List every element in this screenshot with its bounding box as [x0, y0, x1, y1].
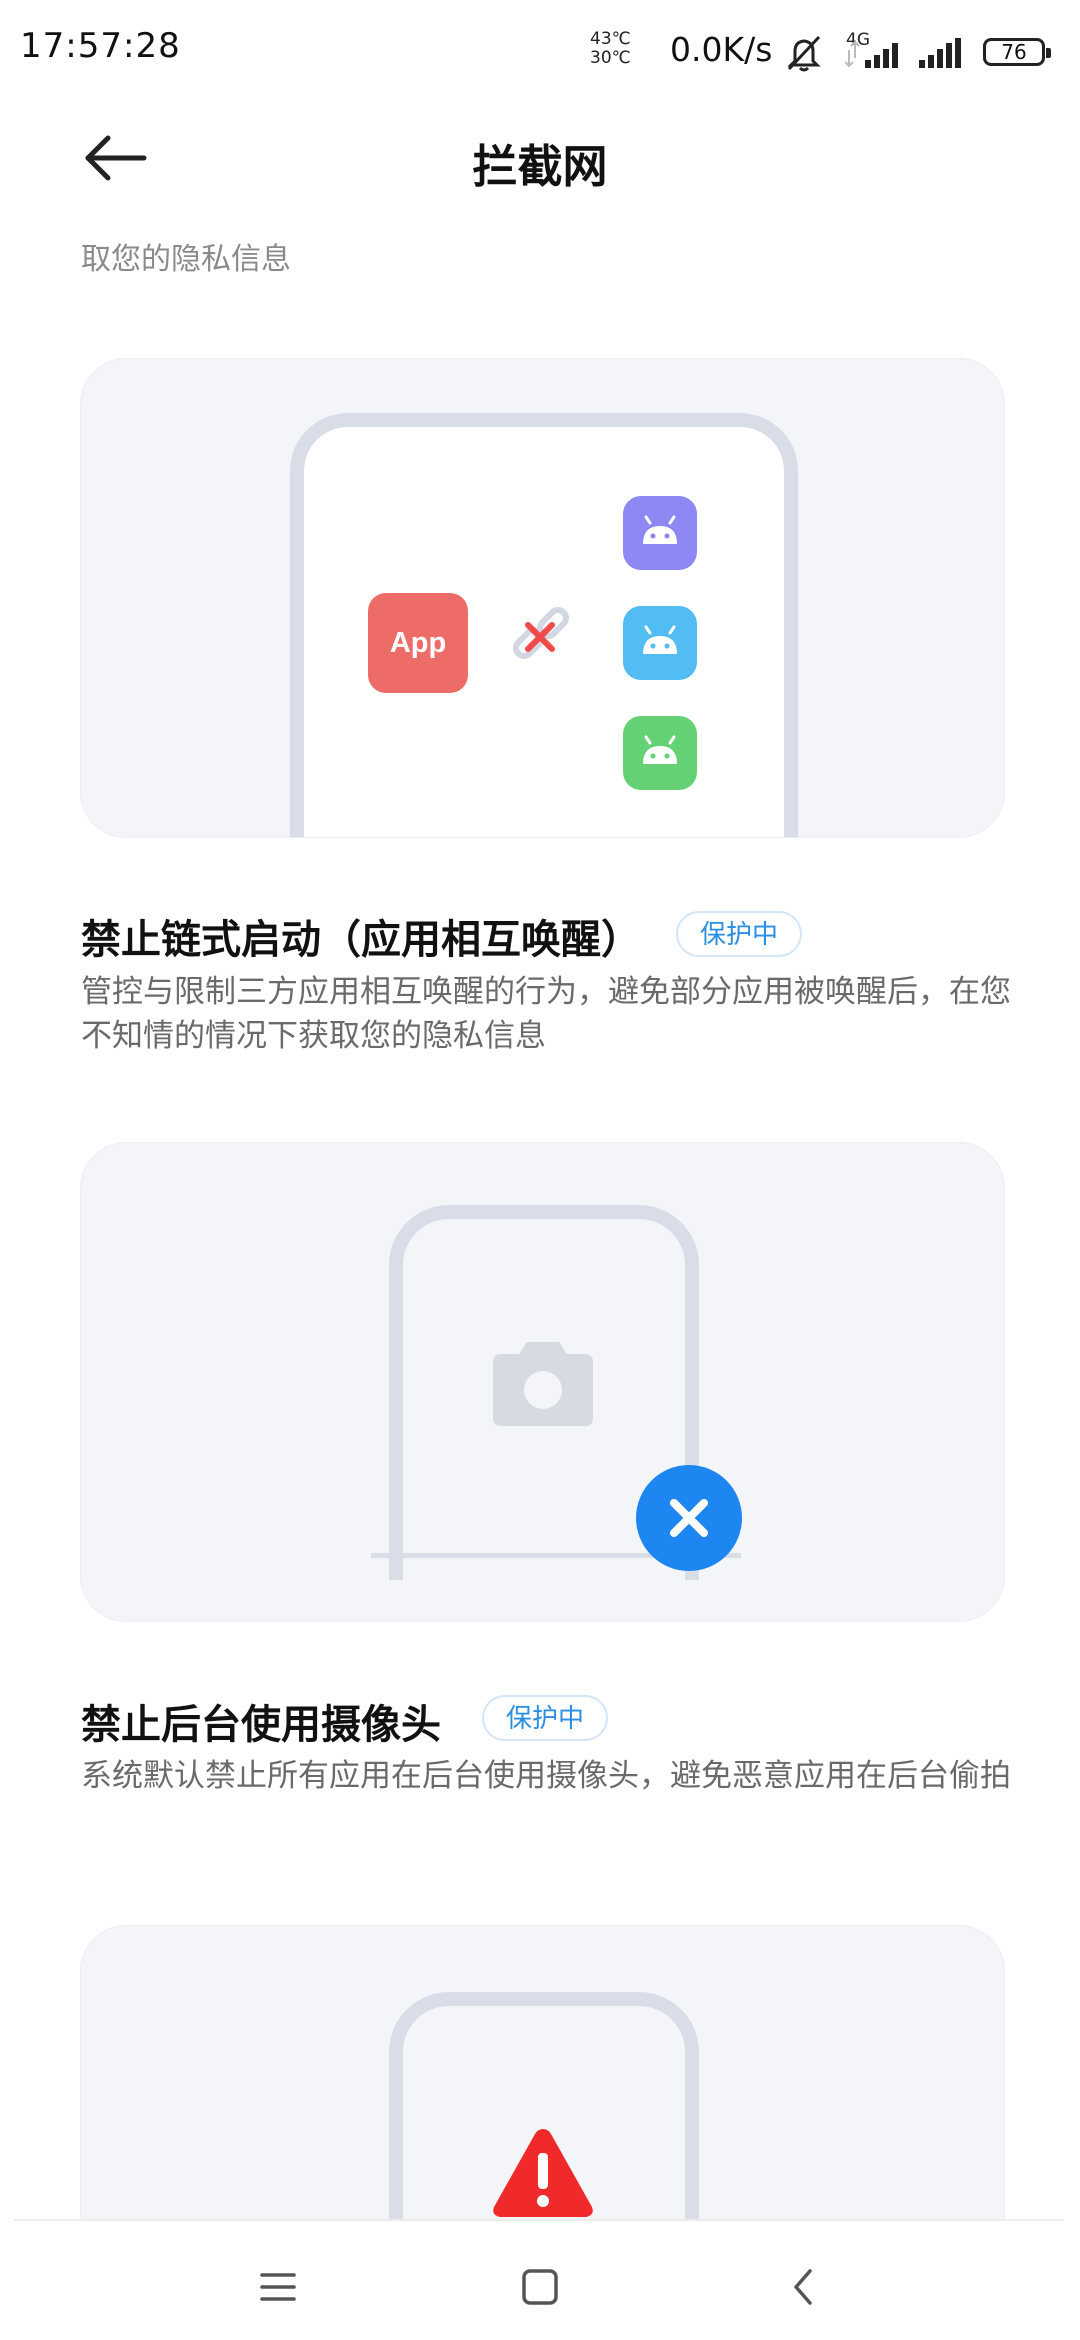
warning-icon: [493, 2129, 593, 2217]
app-tile: App: [368, 593, 468, 693]
android-icon: [643, 735, 677, 764]
menu-icon: [260, 2273, 296, 2301]
signal-icon: [919, 38, 961, 68]
camera-block-illustration: [80, 1142, 1005, 1622]
navigation-bar: [0, 2221, 1080, 2340]
android-app-tile-green: [623, 716, 697, 790]
app-label: App: [389, 626, 447, 659]
nav-back-button[interactable]: [774, 2257, 834, 2317]
net-speed: 0.0K/s: [670, 30, 773, 69]
close-circle-icon: [636, 1465, 742, 1571]
temp-high: 43℃: [590, 29, 631, 49]
section-description: 管控与限制三方应用相互唤醒的行为，避免部分应用被唤醒后，在您不知情的情况下获取您…: [81, 974, 1011, 1054]
mute-icon: [787, 35, 821, 72]
battery-icon: 76: [983, 38, 1051, 66]
home-icon: [522, 2269, 558, 2305]
section-title-chain-launch: 禁止链式启动（应用相互唤醒）: [81, 917, 641, 963]
broken-link-icon: [513, 607, 569, 659]
section-title-camera: 禁止后台使用摄像头: [81, 1702, 441, 1748]
temp-low: 30℃: [590, 48, 631, 68]
partial-description: 取您的隐私信息: [81, 242, 291, 277]
status-badge: 保护中: [482, 1695, 609, 1741]
android-icon: [643, 625, 677, 654]
temperature-readout: 43℃ 30℃: [590, 30, 631, 68]
status-bar: 17:57:28 43℃ 30℃ 0.0K/s 4G 76: [0, 0, 1080, 104]
home-button[interactable]: [510, 2257, 570, 2317]
section-description: 系统默认禁止所有应用在后台使用摄像头，避免恶意应用在后台偷拍: [81, 1758, 1011, 1794]
page-title: 拦截网: [472, 140, 608, 193]
signal-icon: [845, 40, 898, 68]
back-icon: [794, 2269, 812, 2305]
menu-button[interactable]: [248, 2257, 308, 2317]
status-badge: 保护中: [676, 911, 803, 957]
chain-launch-illustration: App: [80, 358, 1005, 838]
status-time: 17:57:28: [20, 26, 181, 66]
camera-icon: [493, 1342, 593, 1426]
android-app-tile-purple: [623, 496, 697, 570]
android-app-tile-blue: [623, 606, 697, 680]
android-icon: [643, 515, 677, 544]
